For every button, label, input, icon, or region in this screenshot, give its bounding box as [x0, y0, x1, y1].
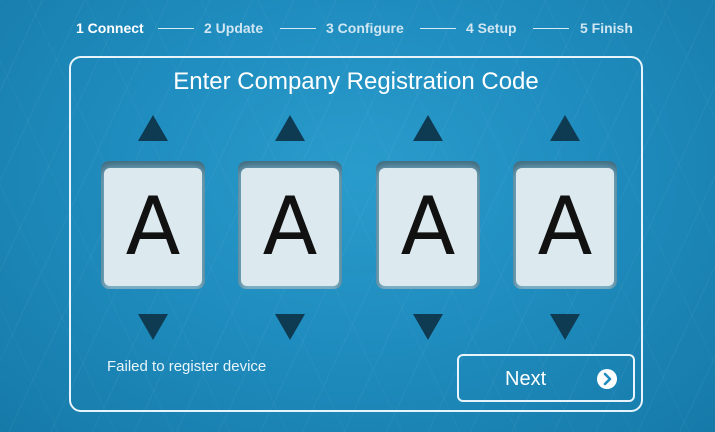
decrement-arrow-icon[interactable]	[275, 314, 305, 340]
increment-arrow-icon[interactable]	[550, 115, 580, 141]
increment-arrow-icon[interactable]	[275, 115, 305, 141]
step-divider	[280, 28, 316, 29]
status-message: Failed to register device	[107, 358, 267, 375]
step-setup: 4 Setup	[466, 20, 517, 36]
step-divider	[420, 28, 456, 29]
dialog-title: Enter Company Registration Code	[173, 68, 539, 95]
step-configure: 3 Configure	[326, 20, 404, 36]
registration-panel: Enter Company Registration Code A A A A …	[69, 56, 643, 412]
next-button[interactable]: Next	[457, 354, 635, 402]
step-connect: 1 Connect	[76, 20, 144, 36]
step-update: 2 Update	[204, 20, 264, 36]
digit-slot: A	[101, 161, 205, 289]
code-digit-2[interactable]: A	[241, 168, 339, 286]
chevron-right-circle-icon	[597, 369, 617, 389]
digit-slot: A	[238, 161, 342, 289]
digit-slot: A	[376, 161, 480, 289]
code-digit-4[interactable]: A	[516, 168, 614, 286]
progress-steps: 1 Connect 2 Update 3 Configure 4 Setup 5…	[0, 19, 715, 37]
code-digit-1[interactable]: A	[104, 168, 202, 286]
increment-arrow-icon[interactable]	[413, 115, 443, 141]
decrement-arrow-icon[interactable]	[550, 314, 580, 340]
decrement-arrow-icon[interactable]	[138, 314, 168, 340]
decrement-arrow-icon[interactable]	[413, 314, 443, 340]
step-divider	[533, 28, 569, 29]
step-finish: 5 Finish	[580, 20, 633, 36]
increment-arrow-icon[interactable]	[138, 115, 168, 141]
code-digit-3[interactable]: A	[379, 168, 477, 286]
step-divider	[158, 28, 194, 29]
digit-slot: A	[513, 161, 617, 289]
next-button-label: Next	[505, 368, 547, 390]
